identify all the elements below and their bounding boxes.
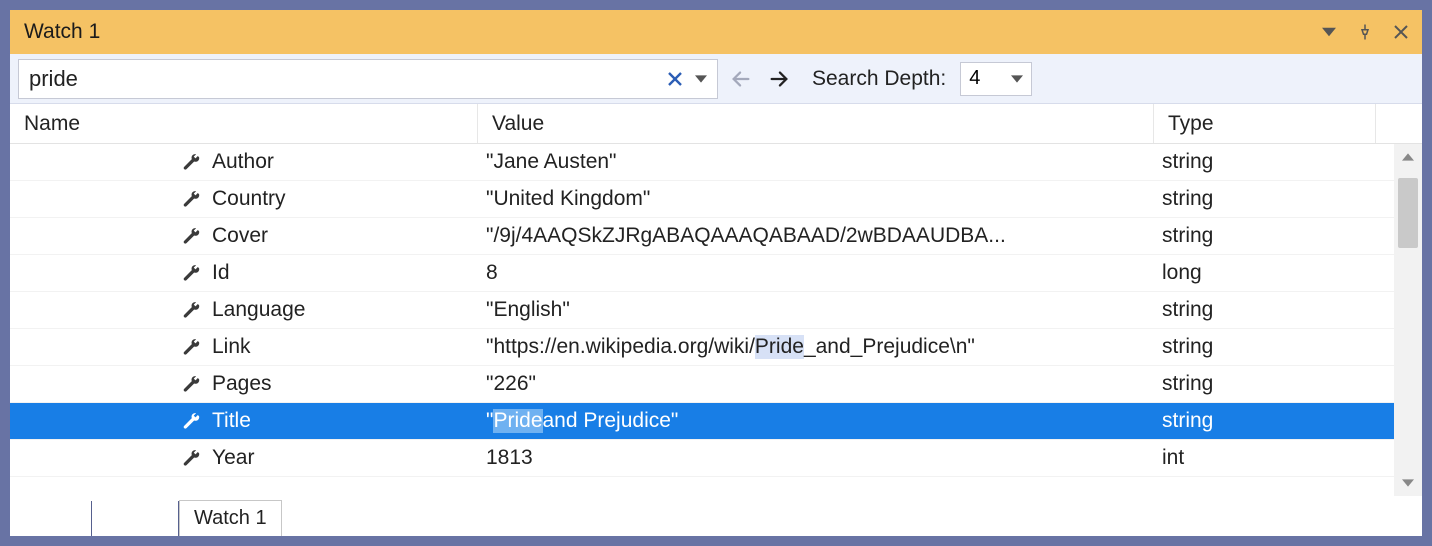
- search-depth-label: Search Depth:: [812, 67, 946, 91]
- wrench-icon: [180, 299, 202, 321]
- wrench-icon: [180, 447, 202, 469]
- search-box: [18, 59, 718, 99]
- row-value: "https://en.wikipedia.org/wiki/Pride_and…: [478, 335, 1154, 359]
- vertical-scrollbar[interactable]: [1394, 144, 1422, 496]
- row-type: string: [1154, 187, 1376, 211]
- row-value: "226": [478, 372, 1154, 396]
- search-highlight: Pride: [755, 335, 804, 359]
- tab-autos[interactable]: Autos: [12, 501, 92, 536]
- row-name: Pages: [212, 372, 272, 396]
- wrench-icon: [180, 151, 202, 173]
- table-row[interactable]: Link "https://en.wikipedia.org/wiki/Pride…: [10, 329, 1422, 366]
- row-type: string: [1154, 372, 1376, 396]
- tab-locals[interactable]: Locals: [92, 501, 179, 536]
- row-value: "/9j/4AAQSkZJRgABAQAAAQABAAD/2wBDAAUDBA.…: [478, 224, 1154, 248]
- row-name: Author: [212, 150, 274, 174]
- column-header-value[interactable]: Value: [478, 104, 1154, 143]
- wrench-icon: [180, 262, 202, 284]
- row-value: 1813: [478, 446, 1154, 470]
- scrollbar-track[interactable]: [1394, 170, 1422, 470]
- table-row[interactable]: Language "English"string: [10, 292, 1422, 329]
- row-name: Link: [212, 335, 251, 359]
- row-name: Year: [212, 446, 254, 470]
- row-type: long: [1154, 261, 1376, 285]
- table-row[interactable]: Pages "226"string: [10, 366, 1422, 403]
- row-type: string: [1154, 224, 1376, 248]
- column-header-type[interactable]: Type: [1154, 104, 1376, 143]
- search-highlight: Pride: [493, 409, 542, 433]
- row-type: string: [1154, 409, 1376, 433]
- pin-icon[interactable]: [1354, 21, 1376, 43]
- row-name: Language: [212, 298, 305, 322]
- close-icon[interactable]: [1390, 21, 1412, 43]
- table-row[interactable]: Country "United Kingdom"string: [10, 181, 1422, 218]
- row-type: string: [1154, 335, 1376, 359]
- table-row[interactable]: Id 8long: [10, 255, 1422, 292]
- wrench-icon: [180, 188, 202, 210]
- search-prev-button[interactable]: [726, 64, 756, 94]
- wrench-icon: [180, 336, 202, 358]
- search-depth-select[interactable]: 4: [960, 62, 1032, 96]
- row-value: 8: [478, 261, 1154, 285]
- search-toolbar: Search Depth: 4: [10, 54, 1422, 104]
- row-name: Id: [212, 261, 230, 285]
- search-next-button[interactable]: [764, 64, 794, 94]
- table-row[interactable]: Author "Jane Austen"string: [10, 144, 1422, 181]
- row-name: Title: [212, 409, 251, 433]
- window-titlebar: Watch 1: [10, 10, 1422, 54]
- grid-header: Name Value Type: [10, 104, 1422, 144]
- scroll-up-icon[interactable]: [1394, 144, 1422, 170]
- clear-search-button[interactable]: [663, 67, 687, 91]
- wrench-icon: [180, 225, 202, 247]
- row-value: "Jane Austen": [478, 150, 1154, 174]
- row-type: string: [1154, 150, 1376, 174]
- table-row[interactable]: Cover "/9j/4AAQSkZJRgABAQAAAQABAAD/2wBDAA…: [10, 218, 1422, 255]
- row-name: Cover: [212, 224, 268, 248]
- row-name: Country: [212, 187, 286, 211]
- table-row[interactable]: Year 1813int: [10, 440, 1422, 477]
- bottom-tabs: AutosLocalsWatch 1: [10, 496, 1422, 536]
- wrench-icon: [180, 373, 202, 395]
- grid-body: Author"Jane Austen"stringCountry"United …: [10, 144, 1422, 496]
- wrench-icon: [180, 410, 202, 432]
- table-row[interactable]: Title "Pride and Prejudice"string: [10, 403, 1422, 440]
- scrollbar-thumb[interactable]: [1398, 178, 1418, 248]
- search-depth-value: 4: [969, 67, 980, 90]
- row-type: string: [1154, 298, 1376, 322]
- search-input[interactable]: [29, 66, 663, 92]
- row-value: "English": [478, 298, 1154, 322]
- tab-watch-1[interactable]: Watch 1: [179, 500, 282, 536]
- scroll-down-icon[interactable]: [1394, 470, 1422, 496]
- window-title: Watch 1: [24, 20, 1318, 44]
- window-menu-dropdown[interactable]: [1318, 21, 1340, 43]
- row-type: int: [1154, 446, 1376, 470]
- column-header-name[interactable]: Name: [10, 104, 478, 143]
- search-options-dropdown[interactable]: [691, 69, 711, 89]
- row-value: "Pride and Prejudice": [478, 409, 1154, 433]
- row-value: "United Kingdom": [478, 187, 1154, 211]
